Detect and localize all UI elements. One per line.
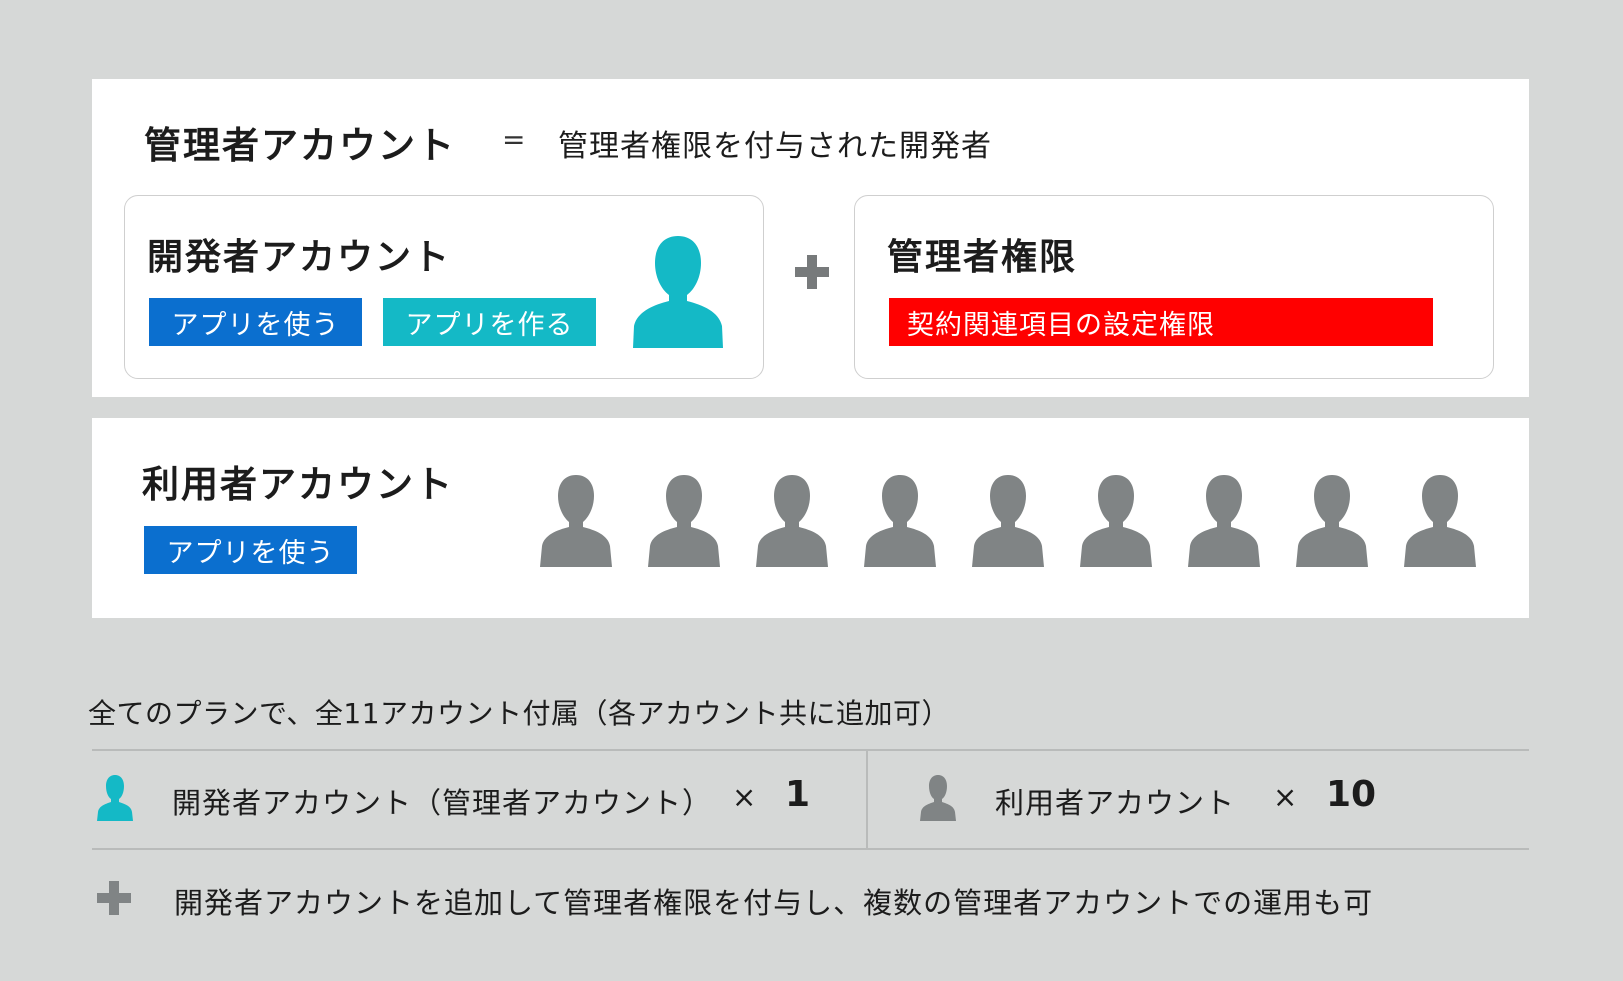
developer-account-count: 1 <box>785 774 811 815</box>
user-account-title: 利用者アカウント <box>142 463 454 506</box>
user-person-icon <box>864 475 936 567</box>
user-person-icon <box>756 475 828 567</box>
user-person-icon <box>972 475 1044 567</box>
multiply-sign: × <box>1273 780 1298 814</box>
contract-settings-permission-tag: 契約関連項目の設定権限 <box>889 298 1433 346</box>
developer-person-icon <box>633 236 723 348</box>
developer-account-title: 開発者アカウント <box>147 237 452 278</box>
multiply-sign: × <box>732 780 757 814</box>
developer-person-icon <box>97 775 133 821</box>
plan-accounts-heading: 全てのプランで、全11アカウント付属（各アカウント共に追加可） <box>88 697 951 730</box>
admin-account-title: 管理者アカウント <box>144 124 456 167</box>
divider <box>92 848 1529 850</box>
divider <box>866 750 868 848</box>
user-account-count: 10 <box>1326 774 1377 815</box>
user-person-icon <box>1404 475 1476 567</box>
admin-account-definition: 管理者権限を付与された開発者 <box>558 129 992 164</box>
user-person-icon <box>920 775 956 821</box>
developer-account-card: 開発者アカウント アプリを使う アプリを作る <box>124 195 764 379</box>
multiple-admin-note: 開発者アカウントを追加して管理者権限を付与し、複数の管理者アカウントでの運用も可 <box>174 886 1374 920</box>
user-account-panel: 利用者アカウント アプリを使う <box>92 418 1529 618</box>
user-person-icon <box>1080 475 1152 567</box>
plus-icon <box>795 255 829 289</box>
equals-sign: = <box>502 123 526 156</box>
plus-icon <box>97 881 131 915</box>
admin-account-panel: 管理者アカウント = 管理者権限を付与された開発者 開発者アカウント アプリを使… <box>92 79 1529 397</box>
user-person-icon <box>1188 475 1260 567</box>
user-person-icon <box>1296 475 1368 567</box>
user-person-icon <box>648 475 720 567</box>
developer-account-row-label: 開発者アカウント（管理者アカウント） <box>172 786 713 820</box>
user-use-app-tag: アプリを使う <box>144 526 357 574</box>
user-account-row-label: 利用者アカウント <box>995 786 1236 820</box>
divider <box>92 749 1529 751</box>
make-app-tag: アプリを作る <box>383 298 596 346</box>
use-app-tag: アプリを使う <box>149 298 362 346</box>
admin-permission-title: 管理者権限 <box>887 237 1078 278</box>
admin-permission-card: 管理者権限 契約関連項目の設定権限 <box>854 195 1494 379</box>
user-person-icon <box>540 475 612 567</box>
